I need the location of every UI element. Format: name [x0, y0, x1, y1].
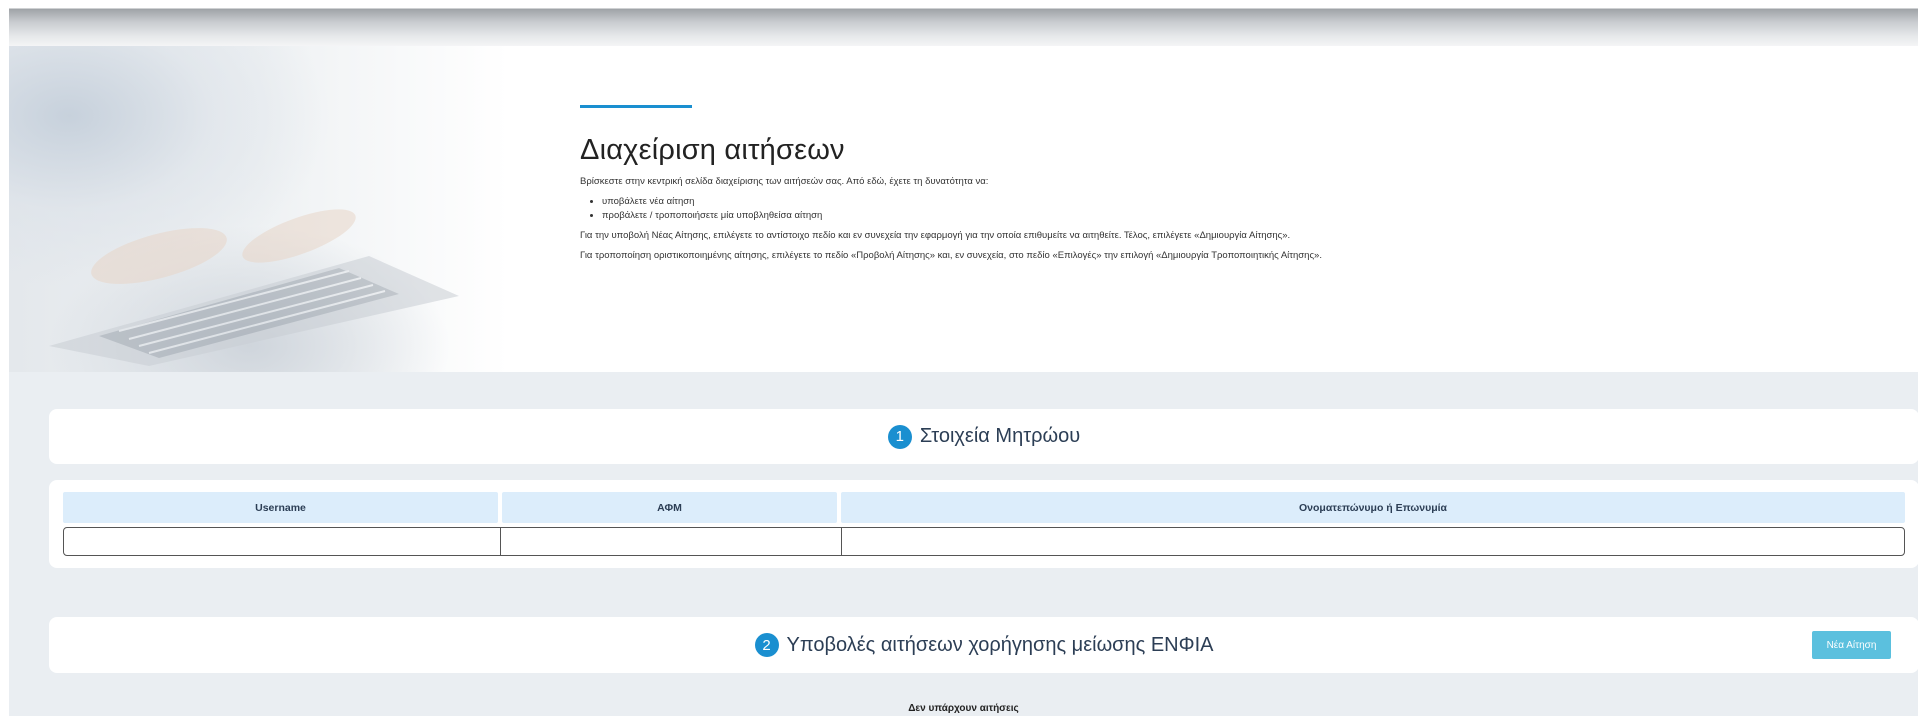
registry-section-header: 1 Στοιχεία Μητρώου — [49, 409, 1919, 464]
intro-text: Βρίσκεστε στην κεντρική σελίδα διαχείρισ… — [580, 176, 989, 187]
new-application-button[interactable]: Νέα Αίτηση — [1812, 631, 1891, 659]
registry-table: Username ΑΦΜ Ονοματεπώνυμο ή Επωνυμία — [49, 480, 1919, 568]
column-header-afm: ΑΦΜ — [502, 492, 837, 523]
section-title: Υποβολές αιτήσεων χορήγησης μείωσης ΕΝΦΙ… — [786, 633, 1214, 656]
submissions-section-header: 2 Υποβολές αιτήσεων χορήγησης μείωσης ΕΝ… — [49, 617, 1919, 673]
table-header-row: Username ΑΦΜ Ονοματεπώνυμο ή Επωνυμία — [63, 492, 1905, 523]
left-edge — [0, 0, 9, 716]
cell-name — [842, 528, 1904, 555]
main-content: 1 Στοιχεία Μητρώου Username ΑΦΜ Ονοματεπ… — [9, 372, 1919, 716]
top-bar — [0, 0, 1921, 46]
modify-application-instructions: Για τροποποίηση οριστικοποιημένης αίτηση… — [580, 250, 1322, 261]
table-row — [63, 527, 1905, 556]
column-header-username: Username — [63, 492, 498, 523]
empty-state-message: Δεν υπάρχουν αιτήσεις — [908, 703, 1019, 714]
list-item: προβάλετε / τροποποιήσετε μία υποβληθείσ… — [602, 209, 1360, 223]
section-title: Στοιχεία Μητρώου — [919, 425, 1081, 447]
title-accent-line — [580, 105, 692, 108]
page-title: Διαχείριση αιτήσεων — [580, 134, 845, 166]
cell-username — [64, 528, 501, 555]
options-list: υποβάλετε νέα αίτηση προβάλετε / τροποπο… — [602, 195, 1360, 223]
column-header-name: Ονοματεπώνυμο ή Επωνυμία — [841, 492, 1905, 523]
new-application-instructions: Για την υποβολή Νέας Αίτησης, επιλέγετε … — [580, 230, 1291, 241]
section-number-badge: 2 — [754, 633, 779, 657]
cell-afm — [501, 528, 842, 555]
hero-section: Διαχείριση αιτήσεων Βρίσκεστε στην κεντρ… — [9, 46, 1918, 372]
list-item: υποβάλετε νέα αίτηση — [602, 195, 1360, 209]
laptop-keyboard-illustration — [49, 209, 459, 366]
hero-keyboard-image — [9, 46, 509, 372]
hero-content: Διαχείριση αιτήσεων Βρίσκεστε στην κεντρ… — [580, 105, 1360, 269]
section-number-badge: 1 — [887, 424, 912, 449]
